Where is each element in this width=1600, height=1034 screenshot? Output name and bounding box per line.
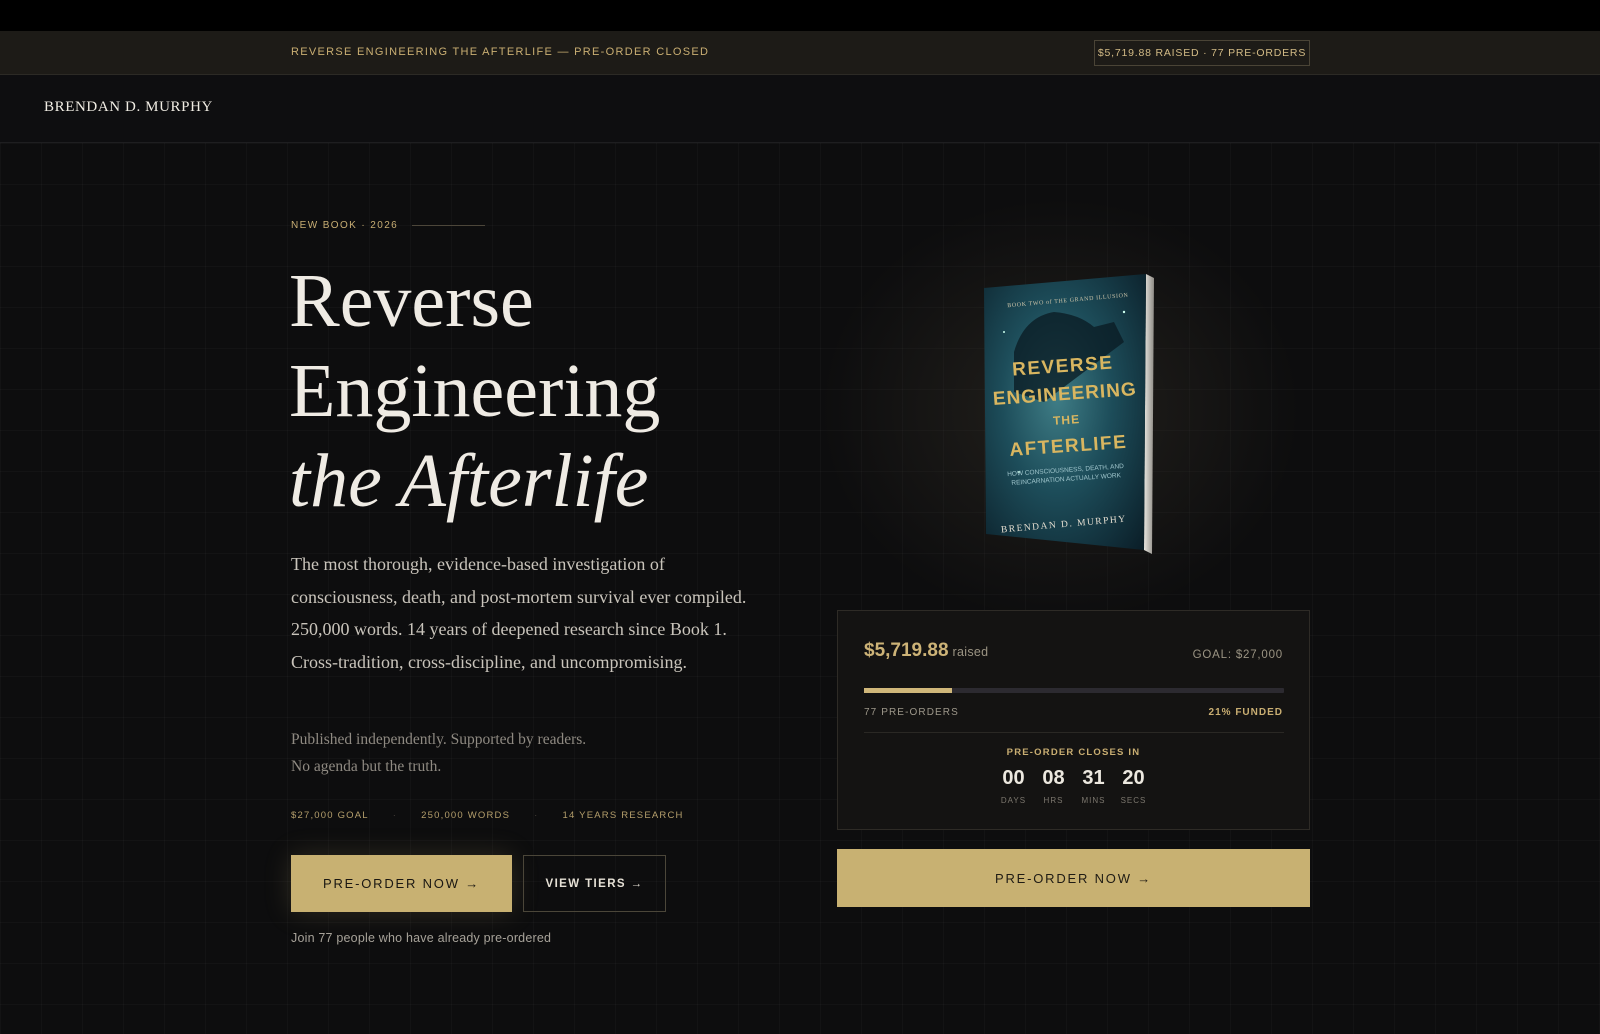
- stat-separator: ·: [392, 810, 398, 821]
- hero-title: Reverse Engineering the Afterlife: [289, 256, 660, 526]
- funding-panel: $5,719.88 raised GOAL: $27,000 77 PRE-ORD…: [837, 610, 1310, 830]
- countdown-unit-label: MINS: [1081, 796, 1106, 805]
- raised-suffix: raised: [952, 645, 989, 659]
- site-header: BRENDAN D. MURPHY: [0, 75, 1600, 143]
- funding-progress-bar: [864, 688, 1284, 693]
- hero-eyebrow: NEW BOOK · 2026: [291, 220, 486, 231]
- countdown-hours: 08 HRS: [1034, 766, 1074, 805]
- countdown-minutes: 31 MINS: [1074, 766, 1114, 805]
- panel-preorder-button[interactable]: PRE-ORDER NOW →: [837, 849, 1310, 907]
- published-note: Published independently. Supported by re…: [291, 726, 741, 780]
- countdown-unit-label: SECS: [1120, 796, 1147, 805]
- funding-goal: GOAL: $27,000: [1192, 649, 1283, 661]
- funded-percent: 21% FUNDED: [1208, 707, 1283, 718]
- raised-badge: $5,719.88 RAISED · 77 PRE-ORDERS: [1094, 40, 1310, 66]
- countdown-unit-label: HRS: [1043, 796, 1064, 805]
- hero-description: The most thorough, evidence-based invest…: [291, 554, 747, 672]
- stat-goal: $27,000 GOAL: [291, 810, 369, 821]
- countdown-timer: 00 DAYS 08 HRS 31 MINS 20 SECS: [838, 766, 1309, 805]
- background-grid: [0, 143, 1600, 1034]
- preorder-button[interactable]: PRE-ORDER NOW →: [291, 855, 512, 912]
- stat-separator: ·: [534, 810, 539, 821]
- top-bar: [0, 0, 1600, 31]
- book-cover-image: BOOK TWO of THE GRAND ILLUSION REVERSE E…: [984, 274, 1154, 554]
- eyebrow-divider: [412, 225, 486, 226]
- countdown-value: 08: [1042, 767, 1065, 789]
- eyebrow-text: NEW BOOK · 2026: [291, 220, 399, 231]
- countdown-value: 00: [1002, 767, 1025, 789]
- countdown-seconds: 20 SECS: [1114, 766, 1154, 805]
- title-line-3: the Afterlife: [289, 439, 649, 523]
- countdown-value: 20: [1122, 767, 1145, 789]
- countdown-days: 00 DAYS: [994, 766, 1034, 805]
- stat-words: 250,000 WORDS: [421, 810, 511, 821]
- hero-stats: $27,000 GOAL · 250,000 WORDS · 14 YEARS …: [291, 810, 684, 821]
- panel-divider: [864, 732, 1284, 733]
- announcement-bar: REVERSE ENGINEERING THE AFTERLIFE — PRE-…: [0, 31, 1600, 75]
- raised-value: $5,719.88: [864, 640, 949, 661]
- countdown-label: PRE-ORDER CLOSES IN: [1006, 747, 1141, 758]
- preorder-count: 77 PRE-ORDERS: [864, 707, 959, 718]
- published-line-2: No agenda but the truth.: [291, 758, 442, 775]
- funding-progress-fill: [864, 688, 953, 693]
- title-line-2: Engineering: [289, 349, 661, 433]
- raised-amount: $5,719.88 raised: [864, 640, 988, 662]
- title-line-1: Reverse: [289, 259, 534, 343]
- countdown-value: 31: [1082, 767, 1105, 789]
- cover-title-line-3: THE: [1053, 412, 1081, 428]
- join-text: Join 77 people who have already pre-orde…: [291, 931, 552, 945]
- announcement-text: REVERSE ENGINEERING THE AFTERLIFE — PRE-…: [291, 46, 710, 58]
- view-tiers-button[interactable]: VIEW TIERS →: [523, 855, 666, 912]
- brand-logo[interactable]: BRENDAN D. MURPHY: [44, 99, 213, 116]
- published-line-1: Published independently. Supported by re…: [291, 731, 587, 748]
- stat-years: 14 YEARS RESEARCH: [562, 810, 684, 821]
- countdown-unit-label: DAYS: [1000, 796, 1027, 805]
